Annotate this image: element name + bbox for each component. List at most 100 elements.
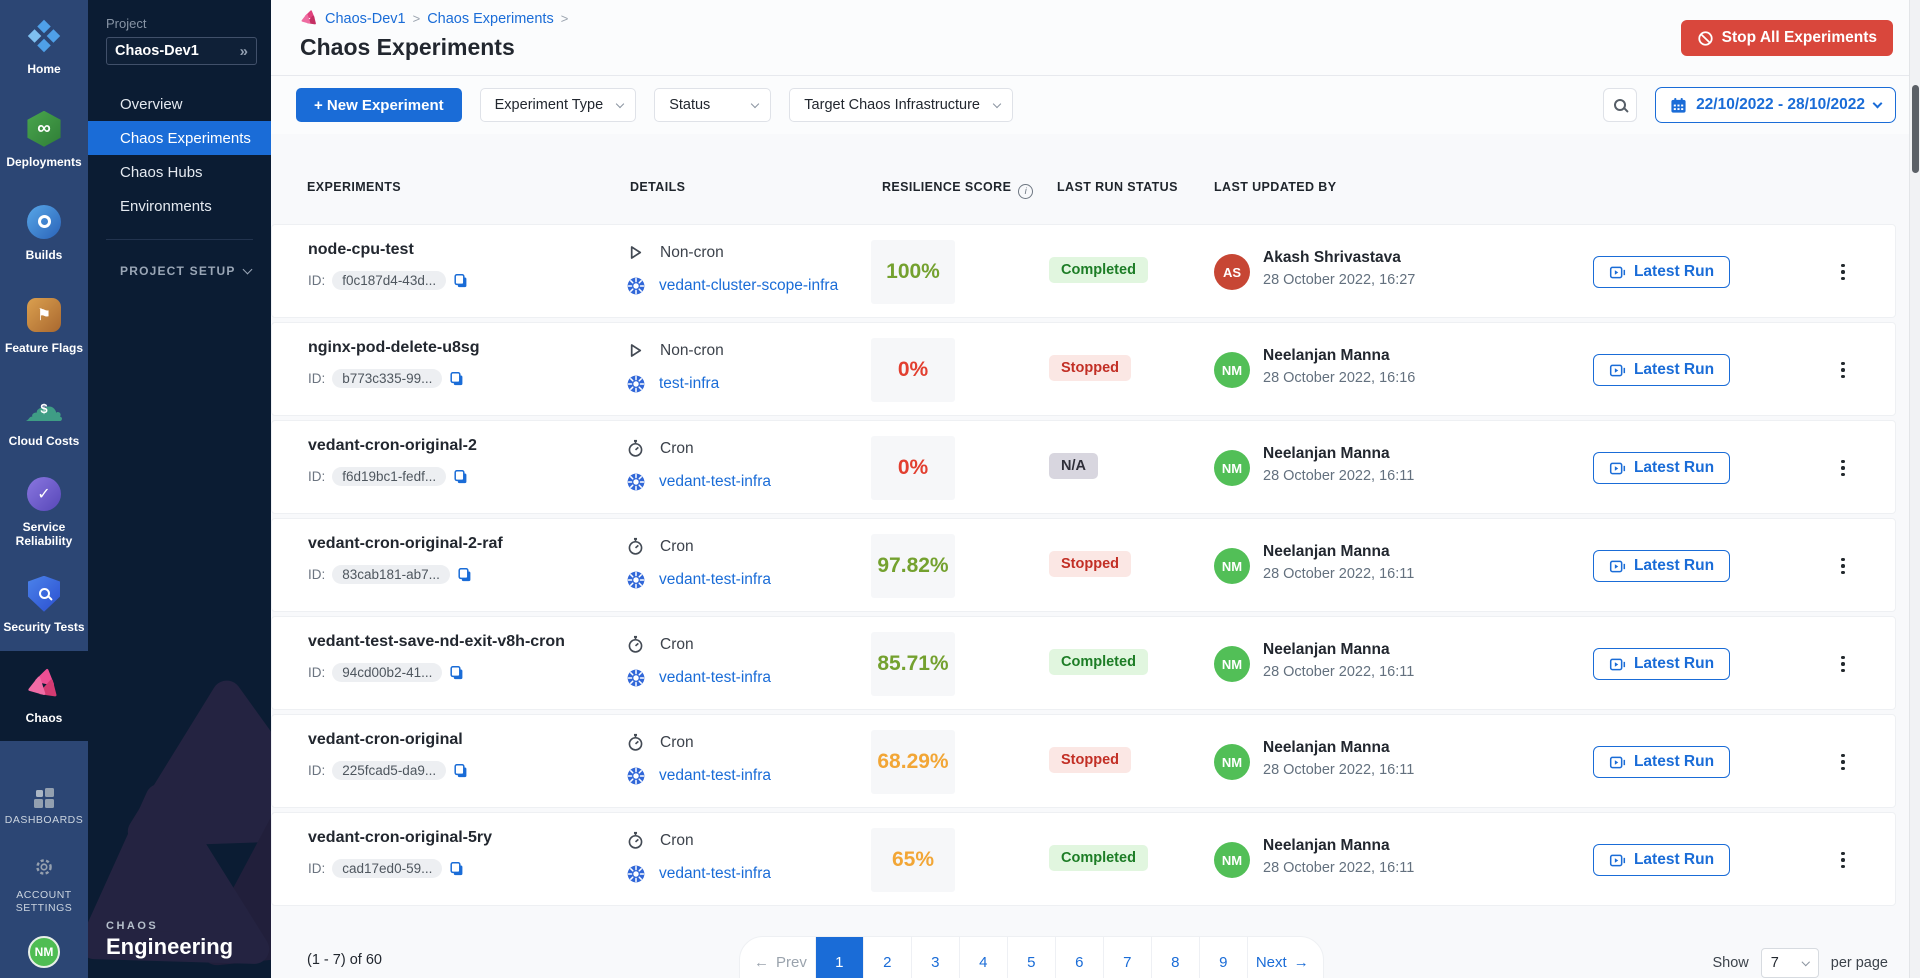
copy-icon[interactable]	[449, 665, 465, 681]
expand-panel-icon[interactable]: »	[240, 43, 248, 60]
row-menu-kebab-icon[interactable]	[1832, 451, 1854, 485]
prev-page-button[interactable]: ← Prev	[746, 937, 815, 978]
infrastructure-link[interactable]: vedant-cluster-scope-infra	[659, 277, 838, 295]
resilience-score-value: 65%	[892, 848, 934, 872]
latest-run-label: Latest Run	[1634, 557, 1714, 575]
infrastructure-link[interactable]: vedant-test-infra	[659, 473, 771, 491]
latest-run-button[interactable]: Latest Run	[1593, 844, 1730, 876]
project-selector[interactable]: Chaos-Dev1 »	[106, 37, 257, 65]
copy-icon[interactable]	[449, 371, 465, 387]
experiment-name[interactable]: node-cpu-test	[308, 241, 414, 259]
filter-label: Target Chaos Infrastructure	[804, 97, 980, 113]
experiment-type-label: Cron	[660, 440, 694, 458]
new-experiment-button[interactable]: + New Experiment	[296, 88, 462, 122]
row-menu-kebab-icon[interactable]	[1832, 549, 1854, 583]
search-button[interactable]	[1603, 88, 1637, 122]
avatar: NM	[1214, 842, 1250, 878]
latest-run-button[interactable]: Latest Run	[1593, 746, 1730, 778]
row-menu-kebab-icon[interactable]	[1832, 353, 1854, 387]
experiment-id-line: ID: f6d19bc1-fedf...	[308, 467, 469, 486]
status-filter[interactable]: Status	[654, 88, 771, 122]
latest-run-button[interactable]: Latest Run	[1593, 452, 1730, 484]
copy-icon[interactable]	[453, 469, 469, 485]
updated-at-date: 28 October 2022, 16:11	[1263, 860, 1414, 876]
row-menu-kebab-icon[interactable]	[1832, 843, 1854, 877]
sidebar-item-chaos[interactable]: Chaos	[0, 651, 88, 741]
latest-run-button[interactable]: Latest Run	[1593, 648, 1730, 680]
sidebar-item-cloud-costs[interactable]: ☁$ Cloud Costs	[0, 372, 88, 465]
experiment-type: Cron	[626, 733, 694, 752]
sidebar-item-builds[interactable]: Builds	[0, 186, 88, 279]
infrastructure-link[interactable]: vedant-test-infra	[659, 865, 771, 883]
experiment-name[interactable]: vedant-test-save-nd-exit-v8h-cron	[308, 633, 565, 651]
column-last-run-status: LAST RUN STATUS	[1057, 180, 1178, 194]
experiment-id: 83cab181-ab7...	[332, 565, 450, 584]
date-range-picker[interactable]: 22/10/2022 - 28/10/2022	[1655, 87, 1896, 123]
nav-item-chaos-experiments[interactable]: Chaos Experiments	[88, 121, 271, 155]
experiment-name[interactable]: vedant-cron-original-2	[308, 437, 477, 455]
page-size-select[interactable]: 7	[1761, 948, 1819, 978]
arrow-left-icon: ←	[754, 954, 769, 971]
latest-run-button[interactable]: Latest Run	[1593, 256, 1730, 288]
row-menu-kebab-icon[interactable]	[1832, 647, 1854, 681]
info-icon[interactable]: i	[1018, 184, 1033, 199]
sidebar-item-deployments[interactable]: ∞ Deployments	[0, 93, 88, 186]
copy-icon[interactable]	[453, 763, 469, 779]
page-number[interactable]: 7	[1103, 937, 1151, 978]
copy-icon[interactable]	[457, 567, 473, 583]
infrastructure-link[interactable]: vedant-test-infra	[659, 669, 771, 687]
row-menu-kebab-icon[interactable]	[1832, 745, 1854, 779]
page-number[interactable]: 6	[1055, 937, 1103, 978]
target-infrastructure-filter[interactable]: Target Chaos Infrastructure	[789, 88, 1013, 122]
sidebar-item-label: Feature Flags	[3, 341, 85, 355]
id-label: ID:	[308, 469, 325, 484]
page-number[interactable]: 5	[1007, 937, 1055, 978]
latest-run-button[interactable]: Latest Run	[1593, 354, 1730, 386]
nav-item-environments[interactable]: Environments	[88, 189, 271, 223]
nav-item-chaos-hubs[interactable]: Chaos Hubs	[88, 155, 271, 189]
page-number[interactable]: 1	[815, 937, 863, 978]
breadcrumb-link-experiments[interactable]: Chaos Experiments	[427, 11, 554, 27]
sidebar-item-home[interactable]: Home	[0, 0, 88, 93]
table-row: vedant-cron-original-2 ID: f6d19bc1-fedf…	[271, 420, 1896, 514]
run-icon	[1609, 754, 1626, 771]
experiment-name[interactable]: vedant-cron-original-5ry	[308, 829, 492, 847]
sidebar-item-security-tests[interactable]: Security Tests	[0, 558, 88, 651]
experiment-type-filter[interactable]: Experiment Type	[480, 88, 637, 122]
stop-all-experiments-button[interactable]: Stop All Experiments	[1681, 20, 1893, 56]
next-page-button[interactable]: Next →	[1247, 937, 1317, 978]
run-icon	[1609, 656, 1626, 673]
user-avatar[interactable]: NM	[28, 936, 60, 968]
sidebar-item-dashboards[interactable]: DASHBOARDS	[5, 774, 84, 842]
project-setup-toggle[interactable]: PROJECT SETUP	[88, 264, 271, 278]
sidebar-item-service-reliability[interactable]: ✓ Service Reliability	[0, 465, 88, 558]
row-menu-kebab-icon[interactable]	[1832, 255, 1854, 289]
page-number[interactable]: 3	[911, 937, 959, 978]
infrastructure-link[interactable]: test-infra	[659, 375, 719, 393]
experiment-name[interactable]: vedant-cron-original-2-raf	[308, 535, 503, 553]
nav-item-overview[interactable]: Overview	[88, 87, 271, 121]
sidebar-item-feature-flags[interactable]: ⚑ Feature Flags	[0, 279, 88, 372]
status-badge: Stopped	[1049, 551, 1131, 577]
page-number[interactable]: 4	[959, 937, 1007, 978]
experiment-name[interactable]: nginx-pod-delete-u8sg	[308, 339, 480, 357]
cron-icon	[626, 537, 645, 556]
infrastructure-link[interactable]: vedant-test-infra	[659, 767, 771, 785]
infrastructure-link[interactable]: vedant-test-infra	[659, 571, 771, 589]
page-number[interactable]: 9	[1199, 937, 1247, 978]
experiment-id-line: ID: f0c187d4-43d...	[308, 271, 469, 290]
experiment-name[interactable]: vedant-cron-original	[308, 731, 463, 749]
per-page-label: per page	[1831, 955, 1888, 971]
avatar: NM	[1214, 352, 1250, 388]
sidebar-item-account-settings[interactable]: ACCOUNT SETTINGS	[12, 842, 76, 930]
copy-icon[interactable]	[453, 273, 469, 289]
latest-run-button[interactable]: Latest Run	[1593, 550, 1730, 582]
page-number[interactable]: 2	[863, 937, 911, 978]
page-number[interactable]: 8	[1151, 937, 1199, 978]
breadcrumb-link-project[interactable]: Chaos-Dev1	[325, 11, 406, 27]
copy-icon[interactable]	[449, 861, 465, 877]
latest-run-label: Latest Run	[1634, 459, 1714, 477]
toolbar: + New Experiment Experiment Type Status …	[271, 76, 1920, 134]
scrollbar-thumb[interactable]	[1912, 85, 1919, 173]
sidebar-item-label: Deployments	[3, 155, 85, 169]
